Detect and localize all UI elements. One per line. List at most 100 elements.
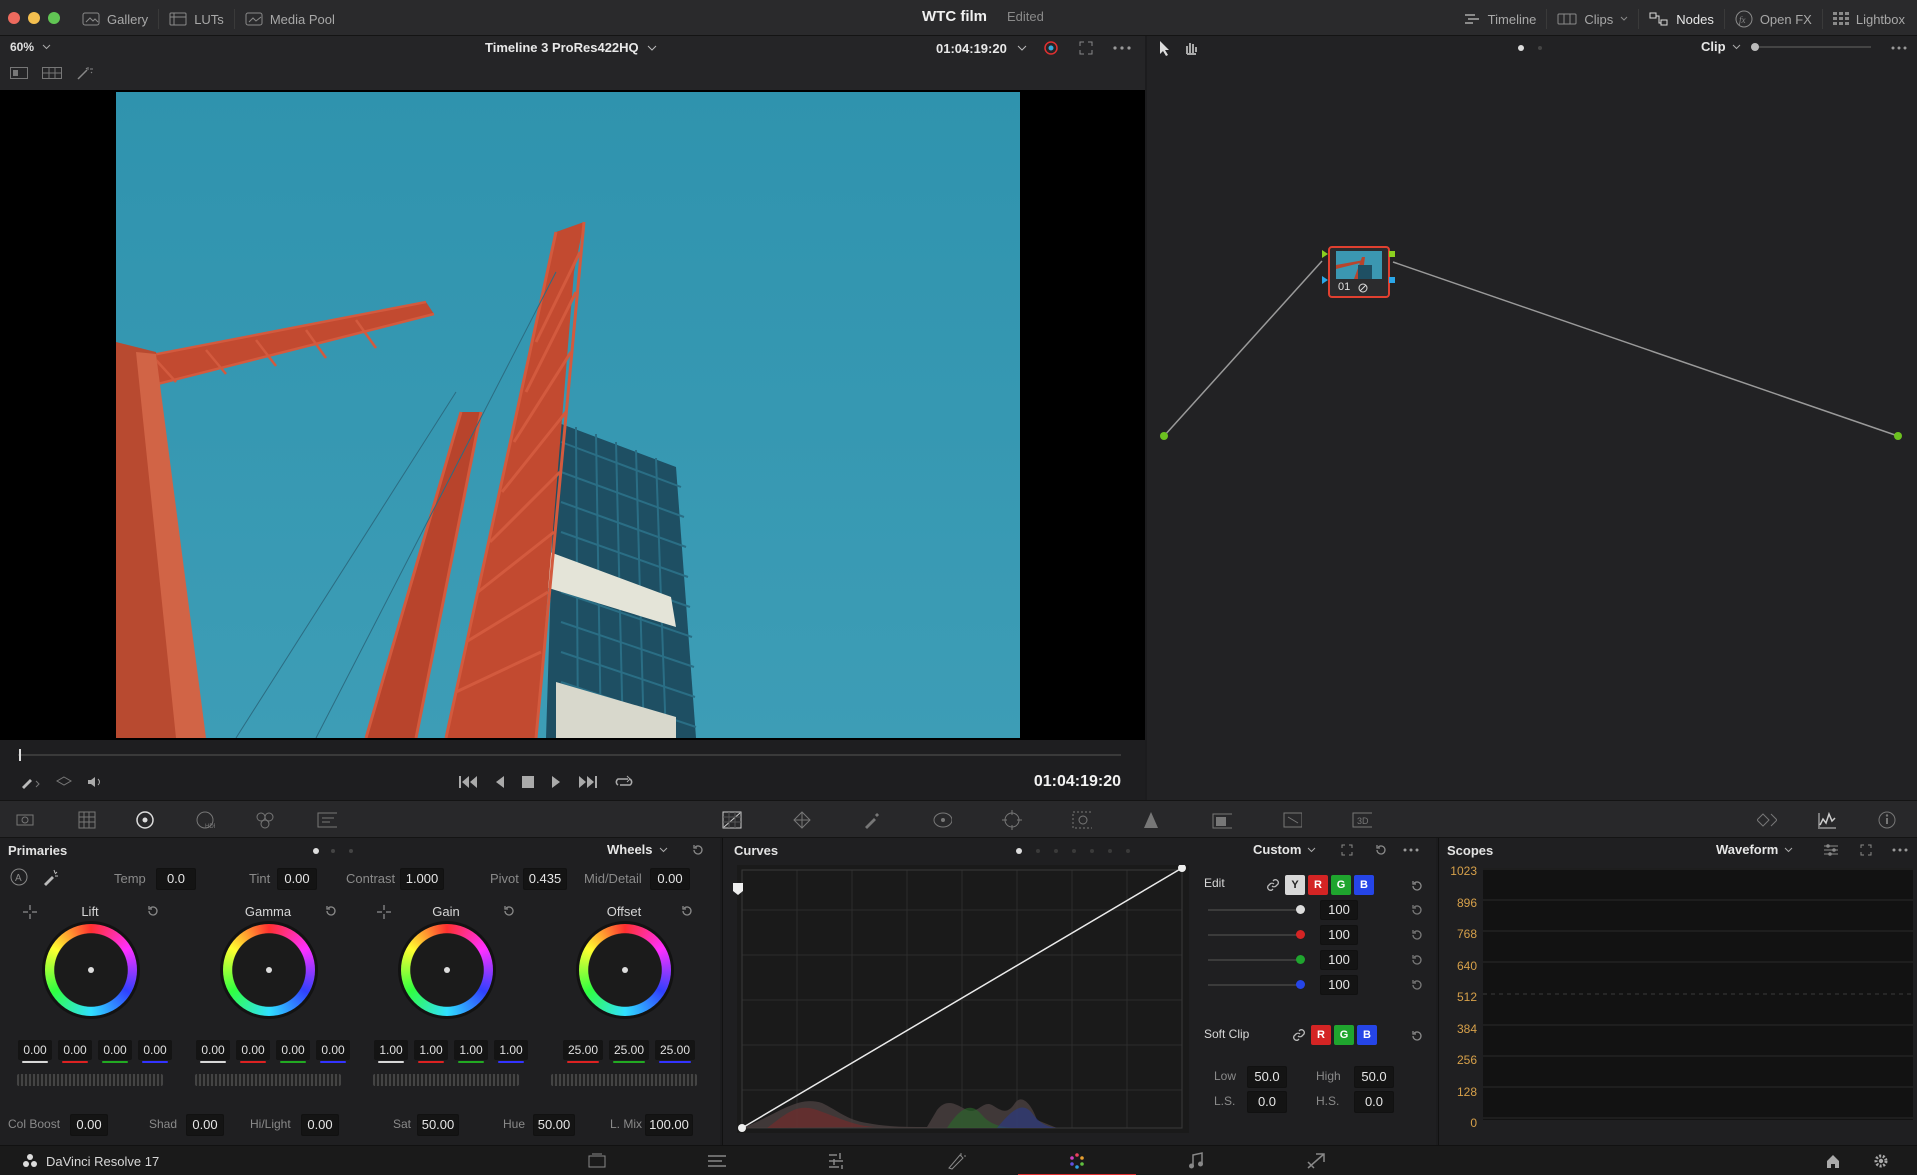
- keyframes-icon[interactable]: [1757, 810, 1777, 830]
- reset-icon[interactable]: [1410, 879, 1424, 893]
- deliver-page-icon[interactable]: [1306, 1152, 1326, 1170]
- magic-mask-icon[interactable]: [1072, 810, 1092, 830]
- more-options-icon[interactable]: [1892, 848, 1908, 852]
- page-dot[interactable]: [331, 849, 335, 853]
- temp-field[interactable]: 0.0: [156, 868, 196, 890]
- white-balance-picker-icon[interactable]: [42, 868, 60, 886]
- gain-r-value[interactable]: 1.00: [414, 1040, 448, 1063]
- scopes-palette-icon[interactable]: [1817, 810, 1837, 830]
- gain-g-value[interactable]: 1.00: [454, 1040, 488, 1063]
- offset-color-wheel[interactable]: [579, 924, 671, 1016]
- channel-y-chip[interactable]: Y: [1285, 875, 1305, 895]
- reset-icon[interactable]: [1410, 978, 1424, 992]
- info-icon[interactable]: [1877, 810, 1897, 830]
- primaries-mode-dropdown[interactable]: Wheels: [607, 842, 668, 857]
- reset-icon[interactable]: [1374, 843, 1388, 857]
- softclip-g-chip[interactable]: G: [1334, 1025, 1354, 1045]
- color-page-tab[interactable]: [1018, 1146, 1136, 1175]
- playhead[interactable]: [19, 749, 21, 761]
- reset-icon[interactable]: [1410, 953, 1424, 967]
- page-dot[interactable]: [1090, 849, 1094, 853]
- curve-control-point[interactable]: [738, 1124, 746, 1132]
- lift-color-wheel[interactable]: [45, 924, 137, 1016]
- input-source-dot[interactable]: [1160, 432, 1168, 440]
- 3d-icon[interactable]: 3D: [1352, 810, 1372, 830]
- speaker-icon[interactable]: [86, 775, 104, 789]
- viewer[interactable]: [0, 90, 1145, 740]
- ls-field[interactable]: 0.0: [1247, 1091, 1287, 1113]
- fullscreen-icon[interactable]: [1079, 41, 1093, 55]
- camera-raw-icon[interactable]: [15, 810, 35, 830]
- page-dot[interactable]: [1072, 849, 1076, 853]
- gain-b-value[interactable]: 1.00: [494, 1040, 528, 1063]
- timeline-button[interactable]: Timeline: [1463, 12, 1536, 27]
- rgb-input-tab[interactable]: [1322, 250, 1328, 258]
- channel-g-chip[interactable]: G: [1331, 875, 1351, 895]
- home-icon[interactable]: [1825, 1153, 1841, 1169]
- motion-effects-icon[interactable]: [317, 810, 337, 830]
- minimize-window-button[interactable]: [28, 12, 40, 24]
- tint-field[interactable]: 0.00: [277, 868, 317, 890]
- link-icon[interactable]: [1266, 878, 1280, 892]
- offset-master-wheel[interactable]: [551, 1074, 697, 1086]
- page-dot[interactable]: [1108, 849, 1112, 853]
- luts-button[interactable]: LUTs: [169, 12, 224, 27]
- link-icon[interactable]: [1292, 1028, 1306, 1042]
- lightbox-button[interactable]: Lightbox: [1832, 12, 1905, 27]
- offset-r-value[interactable]: 25.00: [563, 1040, 603, 1063]
- gamma-b-value[interactable]: 0.00: [316, 1040, 350, 1063]
- page-dot[interactable]: [349, 849, 353, 853]
- reset-icon[interactable]: [680, 904, 694, 918]
- gain-color-wheel[interactable]: [401, 924, 493, 1016]
- magic-wand-icon[interactable]: [76, 66, 94, 80]
- tracker-icon[interactable]: [1002, 810, 1022, 830]
- chevron-down-icon[interactable]: [1017, 45, 1027, 51]
- gamma-r-value[interactable]: 0.00: [236, 1040, 270, 1063]
- b-intensity-slider[interactable]: [1208, 980, 1305, 989]
- scope-type-dropdown[interactable]: Waveform: [1716, 842, 1793, 857]
- qualifier-icon[interactable]: [862, 810, 882, 830]
- offset-g-value[interactable]: 25.00: [609, 1040, 649, 1063]
- offset-b-value[interactable]: 25.00: [655, 1040, 695, 1063]
- channel-r-chip[interactable]: R: [1308, 875, 1328, 895]
- lift-b-value[interactable]: 0.00: [138, 1040, 172, 1063]
- hi-light-field[interactable]: 0.00: [301, 1114, 339, 1136]
- loop-icon[interactable]: [614, 775, 634, 789]
- zoom-dropdown[interactable]: 60%: [10, 40, 51, 54]
- close-window-button[interactable]: [8, 12, 20, 24]
- reset-icon[interactable]: [146, 904, 160, 918]
- expand-icon[interactable]: [1860, 844, 1872, 856]
- low-field[interactable]: 50.0: [1247, 1066, 1287, 1088]
- reset-icon[interactable]: [691, 843, 705, 857]
- lift-g-value[interactable]: 0.00: [98, 1040, 132, 1063]
- more-options-icon[interactable]: [1403, 848, 1419, 852]
- media-pool-button[interactable]: Media Pool: [245, 12, 335, 27]
- go-to-end-icon[interactable]: [578, 775, 598, 789]
- wheel-center-dot[interactable]: [88, 967, 94, 973]
- play-icon[interactable]: [550, 775, 562, 789]
- key-input-tab[interactable]: [1322, 276, 1328, 284]
- zoom-window-button[interactable]: [48, 12, 60, 24]
- cut-page-icon[interactable]: [706, 1153, 728, 1169]
- gamma-master-wheel[interactable]: [195, 1074, 341, 1086]
- sizing-icon[interactable]: [1282, 810, 1302, 830]
- open-fx-button[interactable]: fx Open FX: [1735, 10, 1812, 28]
- key-output-tab[interactable]: [1389, 277, 1395, 283]
- gallery-button[interactable]: Gallery: [82, 12, 148, 27]
- color-wheels-icon[interactable]: [135, 810, 155, 830]
- clips-button[interactable]: Clips: [1557, 12, 1628, 27]
- stop-icon[interactable]: [522, 776, 534, 788]
- contrast-field[interactable]: 1.000: [400, 868, 444, 890]
- more-options-icon[interactable]: [1113, 46, 1131, 50]
- gain-master-wheel[interactable]: [373, 1074, 519, 1086]
- r-intensity-value[interactable]: 100: [1320, 925, 1358, 945]
- gain-y-value[interactable]: 1.00: [374, 1040, 408, 1063]
- split-screen-icon[interactable]: [10, 67, 28, 79]
- scrub-track[interactable]: [18, 754, 1121, 756]
- rgb-output-tab[interactable]: [1389, 251, 1395, 257]
- g-intensity-value[interactable]: 100: [1320, 950, 1358, 970]
- shad-field[interactable]: 0.00: [186, 1114, 224, 1136]
- curve-handle-icon[interactable]: [732, 882, 744, 896]
- curve-control-point[interactable]: [1178, 865, 1186, 872]
- wheel-center-dot[interactable]: [622, 967, 628, 973]
